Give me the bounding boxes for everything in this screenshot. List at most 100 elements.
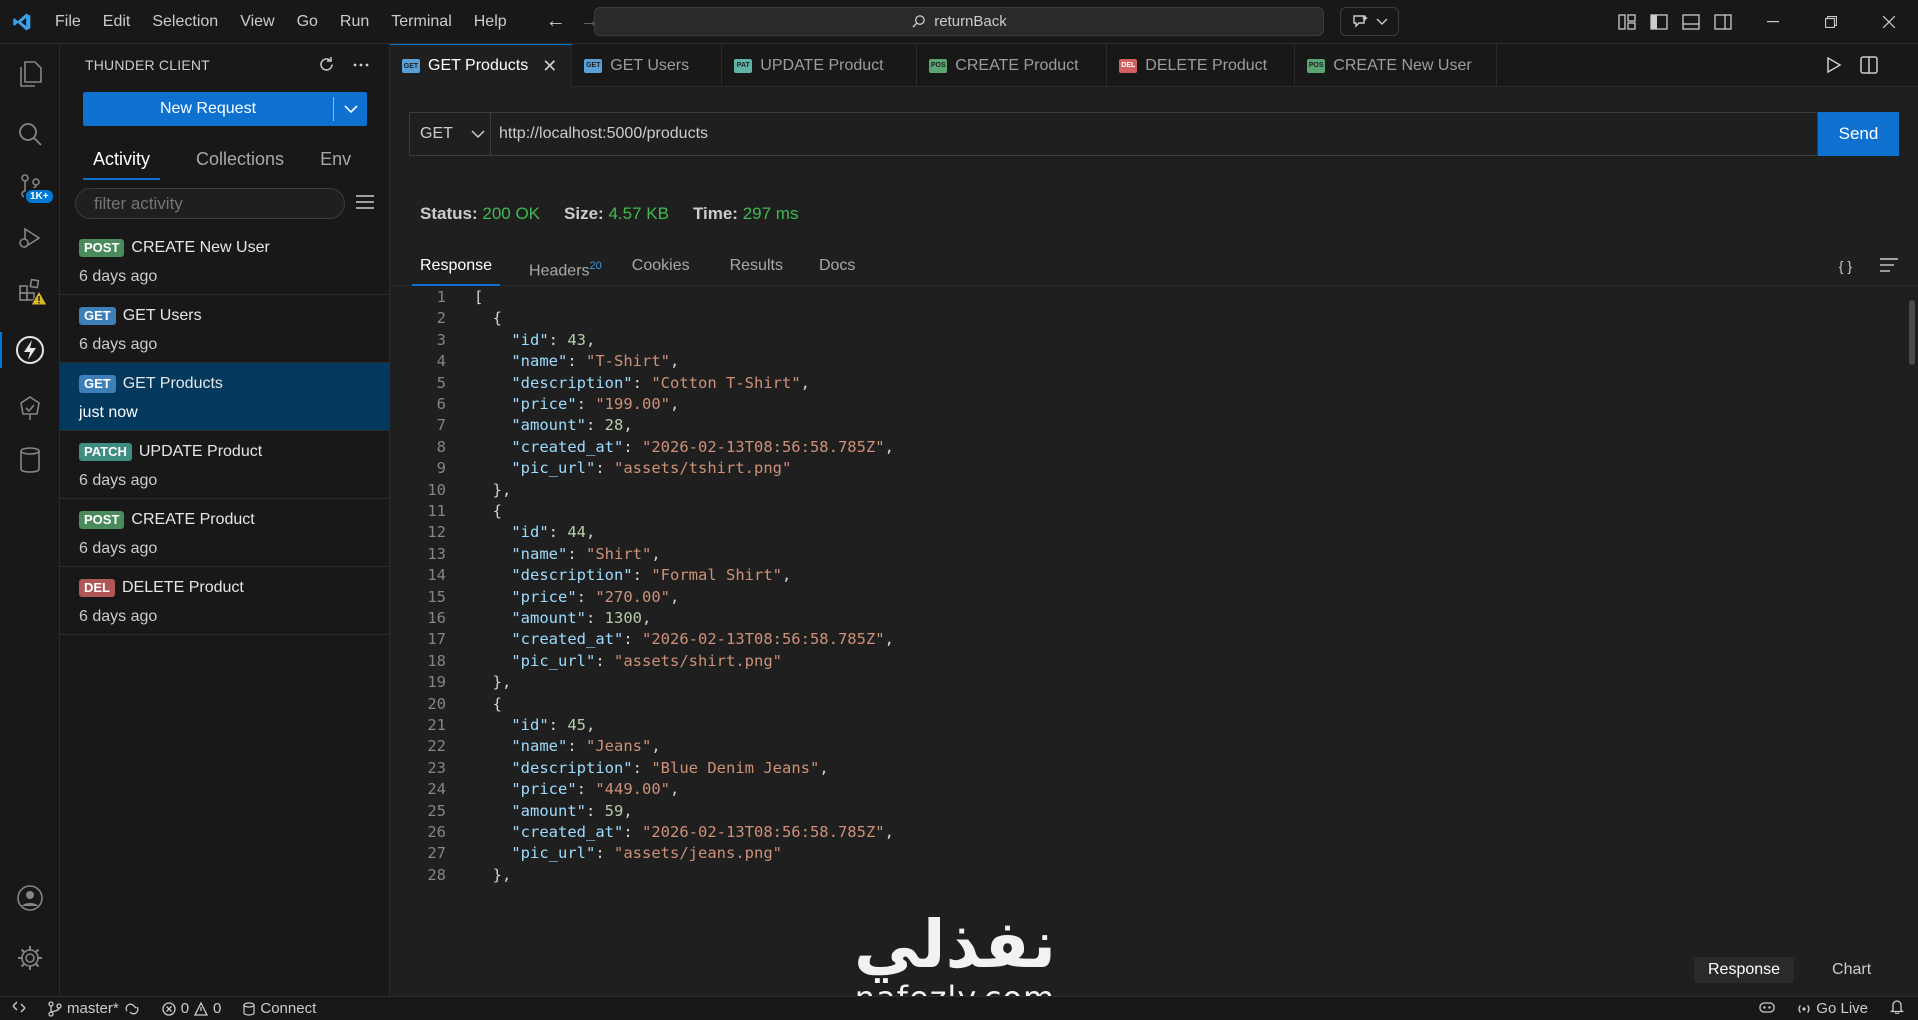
- tab-get-users[interactable]: GET GET Users: [572, 44, 723, 87]
- database-icon[interactable]: [0, 436, 60, 484]
- code-line: 12 "id": 44,: [390, 521, 1890, 545]
- tab-headers[interactable]: Headers20: [514, 250, 617, 286]
- new-request-label[interactable]: New Request: [83, 92, 333, 126]
- new-request-button[interactable]: New Request: [83, 92, 367, 126]
- split-editor-icon[interactable]: [1860, 56, 1878, 74]
- tab-collections[interactable]: Collections: [186, 140, 294, 180]
- response-scrollbar[interactable]: [1909, 300, 1915, 365]
- line-number: 13: [427, 544, 446, 563]
- close-icon[interactable]: ✕: [542, 56, 557, 77]
- method-badge: POST: [79, 511, 125, 529]
- code-text: },: [492, 673, 512, 692]
- tab-headers-label: Headers: [529, 262, 590, 280]
- run-icon[interactable]: [1826, 56, 1842, 74]
- tab-update-product[interactable]: PAT UPDATE Product: [722, 44, 918, 87]
- extensions-icon[interactable]: [0, 266, 60, 314]
- tab-env[interactable]: Env: [310, 140, 361, 180]
- tab-cookies[interactable]: Cookies: [617, 250, 705, 286]
- line-number: 17: [427, 630, 446, 649]
- code-text: "pic_url": "assets/jeans.png": [511, 844, 782, 863]
- method-badge: PATCH: [79, 443, 132, 461]
- headers-count: 20: [589, 260, 602, 272]
- response-body-viewer[interactable]: 1[2 {3 "id": 43, 4 "name": "T-Shirt", 5 "d…: [390, 286, 1918, 956]
- close-window-icon[interactable]: [1860, 0, 1918, 44]
- account-icon[interactable]: [0, 874, 60, 922]
- tab-response[interactable]: Response: [412, 250, 501, 286]
- url-input[interactable]: [491, 112, 1818, 156]
- menu-edit[interactable]: Edit: [92, 0, 142, 44]
- format-json-icon[interactable]: { }: [1839, 258, 1852, 274]
- tab-docs[interactable]: Docs: [804, 250, 870, 286]
- tab-delete-product[interactable]: DEL DELETE Product: [1107, 44, 1296, 87]
- settings-gear-icon[interactable]: [0, 934, 60, 982]
- minimize-icon[interactable]: [1744, 0, 1802, 44]
- tab-create-new-user[interactable]: POS CREATE New User: [1295, 44, 1498, 87]
- menu-file[interactable]: File: [44, 0, 92, 44]
- code-line: 8 "created_at": "2026-02-13T08:56:58.785…: [390, 436, 1890, 460]
- activity-bar: 1K+: [0, 44, 60, 996]
- menu-help[interactable]: Help: [463, 0, 518, 44]
- thunder-client-icon[interactable]: [0, 326, 60, 374]
- time-field: Time: 297 ms: [693, 204, 799, 224]
- go-live-button[interactable]: Go Live: [1797, 1000, 1868, 1017]
- menu-run[interactable]: Run: [329, 0, 380, 44]
- filter-activity-input[interactable]: [75, 188, 345, 219]
- search-icon[interactable]: [0, 110, 60, 158]
- activity-item-selected[interactable]: GET GET Products just now: [60, 363, 390, 431]
- request-file-icon: POS: [929, 58, 948, 73]
- activity-item[interactable]: POST CREATE Product 6 days ago: [60, 499, 390, 567]
- toggle-primary-sidebar-icon[interactable]: [1650, 14, 1668, 30]
- code-line: 26 "created_at": "2026-02-13T08:56:58.78…: [390, 821, 1890, 845]
- tab-create-product[interactable]: POS CREATE Product: [917, 44, 1108, 87]
- restore-icon[interactable]: [1802, 0, 1860, 44]
- activity-item[interactable]: DEL DELETE Product 6 days ago: [60, 567, 390, 635]
- toggle-panel-icon[interactable]: [1682, 14, 1700, 30]
- activity-item[interactable]: GET GET Users 6 days ago: [60, 295, 390, 363]
- more-actions-icon[interactable]: [353, 56, 369, 73]
- testing-icon[interactable]: [0, 384, 60, 432]
- menu-bar: File Edit Selection View Go Run Terminal…: [44, 0, 518, 44]
- activity-item-time: just now: [79, 404, 138, 421]
- filter-menu-icon[interactable]: [356, 195, 374, 214]
- tab-activity[interactable]: Activity: [83, 140, 161, 180]
- menu-go[interactable]: Go: [286, 0, 329, 44]
- new-request-dropdown[interactable]: [333, 97, 367, 121]
- sidebar-header-actions: [318, 56, 369, 73]
- copilot-button[interactable]: [1340, 7, 1399, 36]
- refresh-icon[interactable]: [318, 56, 335, 73]
- code-text: {: [492, 309, 503, 328]
- code-text: {: [492, 502, 503, 520]
- git-branch-icon: [48, 1000, 62, 1017]
- request-file-icon: GET: [402, 59, 420, 73]
- remote-icon[interactable]: [12, 1000, 26, 1018]
- connect-indicator[interactable]: Connect: [243, 1000, 316, 1017]
- problems-indicator[interactable]: 0 0: [162, 1000, 221, 1017]
- request-file-icon: POS: [1307, 58, 1326, 73]
- explorer-icon[interactable]: [0, 50, 60, 98]
- tab-get-products[interactable]: GET GET Products ✕: [390, 44, 573, 87]
- view-chart-button[interactable]: Chart: [1818, 957, 1885, 983]
- back-arrow-icon[interactable]: ←: [546, 10, 566, 33]
- tab-results[interactable]: Results: [715, 250, 798, 286]
- toggle-secondary-sidebar-icon[interactable]: [1714, 14, 1732, 30]
- run-debug-icon[interactable]: [0, 214, 60, 262]
- method-select[interactable]: GET: [409, 112, 491, 156]
- code-text: "price": "199.00",: [511, 395, 680, 413]
- customize-layout-icon[interactable]: [1618, 14, 1636, 30]
- command-center[interactable]: returnBack: [594, 7, 1324, 36]
- view-response-button[interactable]: Response: [1694, 957, 1795, 983]
- request-file-icon: GET: [584, 58, 603, 73]
- code-text: "pic_url": "assets/tshirt.png": [511, 459, 792, 478]
- menu-view[interactable]: View: [229, 0, 285, 44]
- branch-indicator[interactable]: master*: [48, 1000, 140, 1017]
- menu-terminal[interactable]: Terminal: [380, 0, 462, 44]
- activity-item[interactable]: PATCH UPDATE Product 6 days ago: [60, 431, 390, 499]
- activity-item[interactable]: POST CREATE New User 6 days ago: [60, 227, 390, 295]
- send-button[interactable]: Send: [1818, 112, 1899, 156]
- copilot-status-icon[interactable]: [1759, 1000, 1775, 1018]
- word-wrap-icon[interactable]: [1880, 258, 1898, 272]
- notifications-bell-icon[interactable]: [1889, 999, 1905, 1018]
- menu-selection[interactable]: Selection: [141, 0, 229, 44]
- line-number: 2: [436, 309, 446, 328]
- source-control-icon[interactable]: 1K+: [0, 162, 60, 210]
